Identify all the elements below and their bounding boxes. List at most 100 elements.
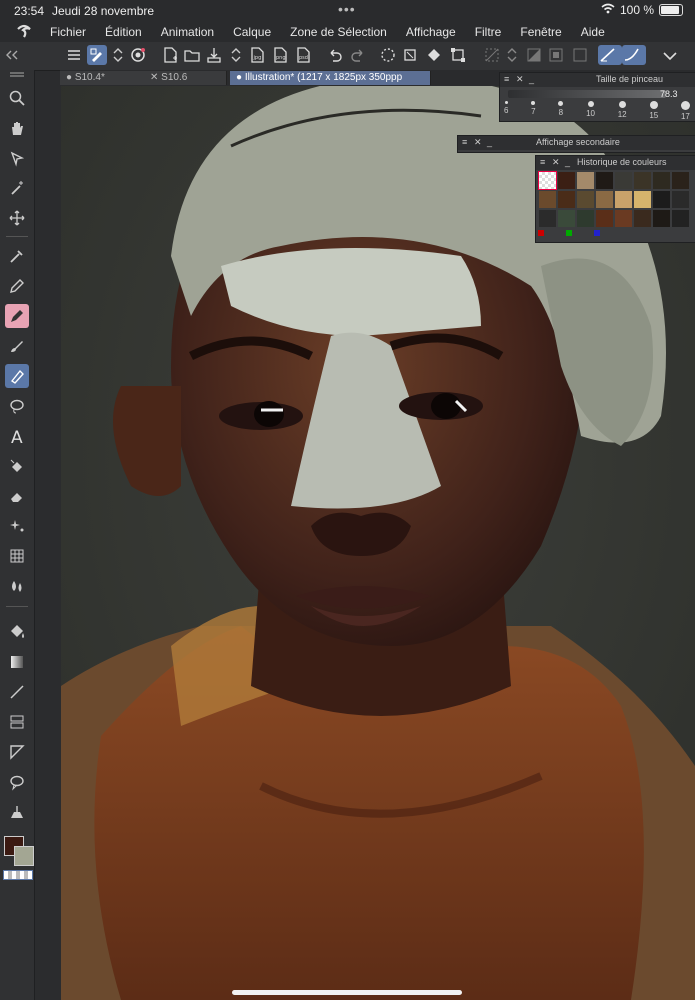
menu-aide[interactable]: Aide: [581, 25, 605, 39]
pencil-icon[interactable]: [5, 304, 29, 328]
color-swatch[interactable]: [615, 191, 632, 208]
color-swatch[interactable]: [577, 191, 594, 208]
paint-bucket-icon[interactable]: [5, 620, 29, 644]
updown-arrows-icon[interactable]: [502, 45, 522, 65]
color-swatch[interactable]: [615, 172, 632, 189]
menu-fenetre[interactable]: Fenêtre: [520, 25, 561, 39]
color-swatch[interactable]: [634, 172, 651, 189]
loading-icon[interactable]: [378, 45, 398, 65]
gradient-icon[interactable]: [5, 650, 29, 674]
zoom-icon[interactable]: [5, 86, 29, 110]
minimize-icon[interactable]: _: [565, 157, 570, 167]
frame-icon[interactable]: [5, 710, 29, 734]
panel-menu-icon[interactable]: ≡: [540, 157, 545, 167]
size-preset[interactable]: 15: [649, 101, 658, 121]
color-swatch[interactable]: [577, 210, 594, 227]
menu-edition[interactable]: Édition: [105, 25, 142, 39]
close-icon[interactable]: ✕: [474, 137, 482, 148]
shrink-selection-icon[interactable]: [570, 45, 590, 65]
mesh-icon[interactable]: [5, 544, 29, 568]
sparkle-icon[interactable]: [5, 514, 29, 538]
export-png-icon[interactable]: png: [270, 45, 290, 65]
hand-icon[interactable]: [5, 116, 29, 140]
color-swatch[interactable]: [538, 171, 557, 190]
color-swatch[interactable]: [653, 172, 670, 189]
brush-size-slider[interactable]: [508, 90, 666, 98]
palette-menu-icon[interactable]: [5, 70, 29, 80]
magic-wand-icon[interactable]: [5, 176, 29, 200]
minimize-icon[interactable]: _: [529, 74, 534, 84]
menu-fichier[interactable]: Fichier: [50, 25, 86, 39]
lasso-decoration-icon[interactable]: [5, 394, 29, 418]
color-swatch[interactable]: [653, 191, 670, 208]
tab-illustration[interactable]: ● Illustration* (1217 x 1825px 350ppp 13…: [230, 71, 431, 97]
balloon-icon[interactable]: [5, 770, 29, 794]
companion-icon[interactable]: [128, 45, 148, 65]
operation-icon[interactable]: [5, 146, 29, 170]
color-swatch[interactable]: [539, 210, 556, 227]
eraser-icon[interactable]: [5, 484, 29, 508]
invert-selection-icon[interactable]: [524, 45, 544, 65]
panel-menu-icon[interactable]: ≡: [504, 74, 509, 84]
tab-s10-6[interactable]: ✕ S10.6: [144, 71, 227, 85]
home-indicator[interactable]: [232, 990, 462, 995]
menu-zone-selection[interactable]: Zone de Sélection: [290, 25, 387, 39]
redo-icon[interactable]: [348, 45, 368, 65]
fill-bucket-icon[interactable]: [5, 454, 29, 478]
color-swatch[interactable]: [596, 210, 613, 227]
transform-icon[interactable]: [448, 45, 468, 65]
blend-icon[interactable]: [5, 574, 29, 598]
pen-icon[interactable]: [5, 274, 29, 298]
line-icon[interactable]: [5, 680, 29, 704]
new-file-icon[interactable]: [160, 45, 180, 65]
expand-selection-icon[interactable]: [546, 45, 566, 65]
open-folder-icon[interactable]: [182, 45, 202, 65]
size-preset[interactable]: 12: [618, 101, 627, 121]
color-swatch[interactable]: [558, 172, 575, 189]
size-preset[interactable]: 17: [680, 101, 690, 121]
color-swatch[interactable]: [577, 172, 594, 189]
airbrush-icon[interactable]: [5, 364, 29, 388]
fill-icon[interactable]: [424, 45, 444, 65]
color-swatch[interactable]: [634, 191, 651, 208]
export-psd-icon[interactable]: psd: [293, 45, 313, 65]
close-icon[interactable]: ✕: [552, 157, 560, 168]
chevron-down-icon[interactable]: [660, 45, 680, 65]
save-icon[interactable]: [204, 45, 224, 65]
tab-s10-4[interactable]: ● S10.4*: [60, 71, 145, 85]
color-swatch[interactable]: [672, 191, 689, 208]
app-logo-icon[interactable]: [14, 23, 34, 41]
correction-icon[interactable]: [5, 800, 29, 824]
size-preset[interactable]: 7: [531, 101, 536, 121]
color-swatch[interactable]: [596, 172, 613, 189]
updown-arrows-icon[interactable]: [226, 45, 246, 65]
menu-calque[interactable]: Calque: [233, 25, 271, 39]
color-swatch[interactable]: [539, 191, 556, 208]
panel-menu-icon[interactable]: ≡: [462, 137, 467, 147]
export-jpg-icon[interactable]: jpg: [247, 45, 267, 65]
undo-icon[interactable]: [325, 45, 345, 65]
menu-affichage[interactable]: Affichage: [406, 25, 456, 39]
close-icon[interactable]: ✕: [150, 72, 161, 83]
color-swatch[interactable]: [672, 172, 689, 189]
color-swatch[interactable]: [615, 210, 632, 227]
menu-filtre[interactable]: Filtre: [475, 25, 502, 39]
close-icon[interactable]: ✕: [516, 74, 524, 85]
size-preset[interactable]: 10: [586, 101, 595, 121]
stabilizer-icon[interactable]: [622, 45, 646, 65]
collapse-left-icon[interactable]: [2, 45, 22, 65]
color-swatch[interactable]: [558, 191, 575, 208]
eyedropper-icon[interactable]: [5, 244, 29, 268]
clear-icon[interactable]: [400, 45, 420, 65]
deselect-icon[interactable]: [482, 45, 502, 65]
color-swatch[interactable]: [558, 210, 575, 227]
transparent-color-icon[interactable]: [3, 870, 33, 880]
ruler-icon[interactable]: [5, 740, 29, 764]
menu-animation[interactable]: Animation: [161, 25, 214, 39]
minimize-icon[interactable]: _: [487, 137, 492, 147]
sub-color-swatch[interactable]: [14, 846, 36, 866]
color-swatch[interactable]: [596, 191, 613, 208]
size-preset[interactable]: 8: [558, 101, 564, 121]
color-swatch[interactable]: [634, 210, 651, 227]
menu-list-icon[interactable]: [64, 45, 84, 65]
